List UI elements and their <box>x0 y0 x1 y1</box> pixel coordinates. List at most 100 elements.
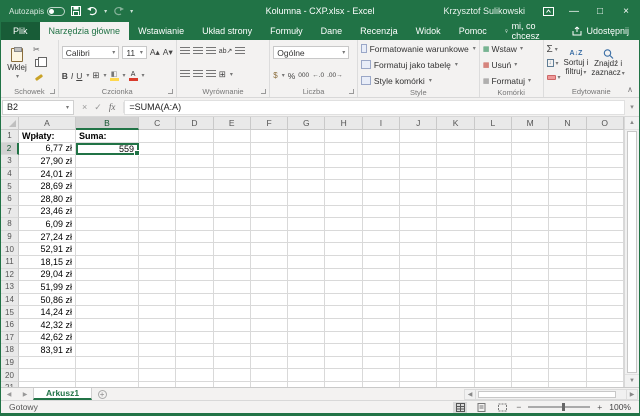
merge-center-icon[interactable]: ⊞ <box>219 69 226 80</box>
cell-B18[interactable] <box>76 344 139 357</box>
cell-D20[interactable] <box>176 369 213 382</box>
cell-N5[interactable] <box>549 180 586 193</box>
cell-A21[interactable] <box>19 382 76 387</box>
decrease-decimal-icon[interactable]: .00→ <box>327 72 343 79</box>
row-header-19[interactable]: 19 <box>1 357 19 370</box>
cell-B16[interactable] <box>76 319 139 332</box>
close-button[interactable]: × <box>613 0 639 22</box>
cell-E14[interactable] <box>214 294 251 307</box>
font-color-button[interactable]: A <box>129 71 138 81</box>
borders-icon[interactable]: ⊞ <box>92 70 99 81</box>
zoom-slider[interactable] <box>528 406 590 408</box>
col-header-A[interactable]: A <box>19 117 76 130</box>
cell-K3[interactable] <box>437 155 474 168</box>
cell-A12[interactable]: 29,04 zł <box>19 269 76 282</box>
cell-F1[interactable] <box>251 130 288 143</box>
row-header-10[interactable]: 10 <box>1 243 19 256</box>
cell-B5[interactable] <box>76 180 139 193</box>
cell-N18[interactable] <box>549 344 586 357</box>
insert-cells-button[interactable]: ▦Wstaw▾ <box>483 42 540 55</box>
save-icon[interactable] <box>71 6 81 16</box>
cell-K13[interactable] <box>437 281 474 294</box>
conditional-formatting-button[interactable]: Formatowanie warunkowe▾ <box>361 42 476 55</box>
cell-K8[interactable] <box>437 218 474 231</box>
cell-B9[interactable] <box>76 231 139 244</box>
cell-O11[interactable] <box>587 256 624 269</box>
tab-widok[interactable]: Widok <box>407 22 450 40</box>
sort-filter-button[interactable]: A↓Z Sortuj i filtruj▾ <box>564 42 589 85</box>
row-header-1[interactable]: 1 <box>1 130 19 143</box>
cell-F18[interactable] <box>251 344 288 357</box>
cell-K16[interactable] <box>437 319 474 332</box>
user-name[interactable]: Krzysztof Sulikowski <box>443 6 525 16</box>
cell-J17[interactable] <box>400 332 437 345</box>
cell-K21[interactable] <box>437 382 474 387</box>
cell-D15[interactable] <box>176 306 213 319</box>
cell-B17[interactable] <box>76 332 139 345</box>
cell-A7[interactable]: 23,46 zł <box>19 206 76 219</box>
cell-M3[interactable] <box>512 155 549 168</box>
cell-I8[interactable] <box>363 218 400 231</box>
tab-pomoc[interactable]: Pomoc <box>450 22 496 40</box>
cell-K19[interactable] <box>437 357 474 370</box>
cell-M21[interactable] <box>512 382 549 387</box>
cell-O20[interactable] <box>587 369 624 382</box>
cell-C7[interactable] <box>139 206 176 219</box>
cell-A11[interactable]: 18,15 zł <box>19 256 76 269</box>
cell-F15[interactable] <box>251 306 288 319</box>
cell-E7[interactable] <box>214 206 251 219</box>
cell-G8[interactable] <box>288 218 325 231</box>
cell-O19[interactable] <box>587 357 624 370</box>
cell-O18[interactable] <box>587 344 624 357</box>
cell-N13[interactable] <box>549 281 586 294</box>
number-format-select[interactable]: Ogólne▾ <box>273 46 349 59</box>
cell-B19[interactable] <box>76 357 139 370</box>
cell-L17[interactable] <box>475 332 512 345</box>
cell-B11[interactable] <box>76 256 139 269</box>
cell-D16[interactable] <box>176 319 213 332</box>
autosum-button[interactable]: Σ▾ <box>547 44 561 54</box>
align-left-icon[interactable] <box>180 70 190 78</box>
cell-G12[interactable] <box>288 269 325 282</box>
cell-N21[interactable] <box>549 382 586 387</box>
cell-J20[interactable] <box>400 369 437 382</box>
vertical-scrollbar[interactable]: ▲ ▼ <box>624 117 639 387</box>
cell-D9[interactable] <box>176 231 213 244</box>
copy-button[interactable] <box>33 58 43 68</box>
italic-button[interactable]: I <box>71 71 73 81</box>
cell-B8[interactable] <box>76 218 139 231</box>
cell-B2[interactable]: 559 <box>76 143 139 156</box>
font-name-select[interactable]: Calibri▾ <box>62 46 120 59</box>
cell-I11[interactable] <box>363 256 400 269</box>
align-bottom-icon[interactable] <box>206 47 216 55</box>
cell-I10[interactable] <box>363 243 400 256</box>
cell-I14[interactable] <box>363 294 400 307</box>
cell-H9[interactable] <box>325 231 362 244</box>
currency-format-button[interactable]: $ <box>273 72 277 79</box>
cell-F4[interactable] <box>251 168 288 181</box>
paste-button[interactable]: Wklej ▾ <box>4 42 30 85</box>
cell-N9[interactable] <box>549 231 586 244</box>
cell-K14[interactable] <box>437 294 474 307</box>
cell-L2[interactable] <box>475 143 512 156</box>
cell-L14[interactable] <box>475 294 512 307</box>
col-header-H[interactable]: H <box>325 117 362 130</box>
cell-O17[interactable] <box>587 332 624 345</box>
row-header-14[interactable]: 14 <box>1 294 19 307</box>
cell-O6[interactable] <box>587 193 624 206</box>
cell-L16[interactable] <box>475 319 512 332</box>
cell-A18[interactable]: 83,91 zł <box>19 344 76 357</box>
cell-M8[interactable] <box>512 218 549 231</box>
cell-A6[interactable]: 28,80 zł <box>19 193 76 206</box>
cell-L4[interactable] <box>475 168 512 181</box>
cell-A20[interactable] <box>19 369 76 382</box>
cell-C14[interactable] <box>139 294 176 307</box>
cell-O14[interactable] <box>587 294 624 307</box>
cell-J16[interactable] <box>400 319 437 332</box>
cell-F9[interactable] <box>251 231 288 244</box>
wrap-text-icon[interactable] <box>235 47 245 55</box>
cell-A4[interactable]: 24,01 zł <box>19 168 76 181</box>
cell-I1[interactable] <box>363 130 400 143</box>
cell-L1[interactable] <box>475 130 512 143</box>
cell-B1[interactable]: Suma: <box>76 130 139 143</box>
